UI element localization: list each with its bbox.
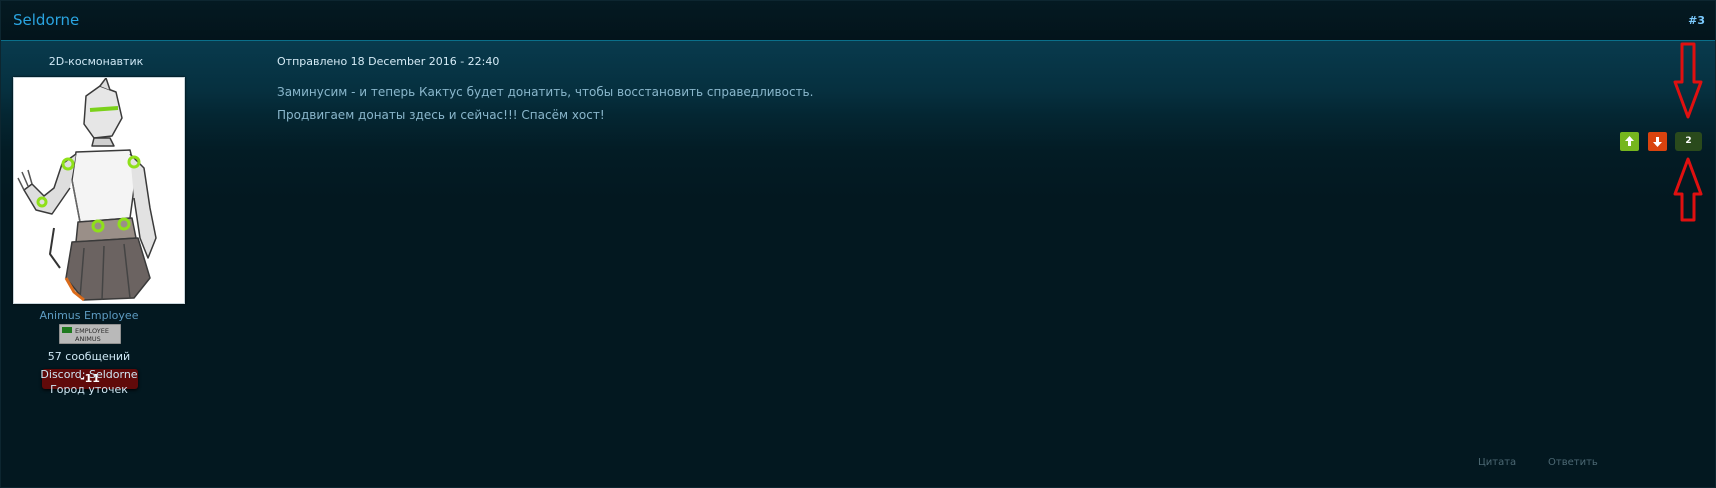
badge-line-2: ANIMUS (75, 335, 101, 343)
author-name-link[interactable]: Seldorne (13, 11, 79, 29)
arrow-up-icon (1625, 136, 1634, 146)
forum-post: Seldorne #3 2D-космонавтик Animus Employ… (0, 0, 1716, 488)
vote-count-badge: 2 (1675, 132, 1702, 151)
post-count: 57 сообщений (47, 350, 131, 363)
vote-up-button[interactable] (1620, 132, 1639, 151)
post-number-link[interactable]: #3 (1688, 14, 1705, 27)
custom-field-discord: Discord: Seldorne (40, 368, 138, 381)
avatar[interactable] (13, 77, 185, 304)
post-content: Заминусим - и теперь Кактус будет донати… (277, 81, 813, 127)
member-group-name: Animus Employee (39, 309, 139, 322)
quote-button[interactable]: Цитата (1478, 457, 1516, 468)
post-date: Отправлено 18 December 2016 - 22:40 (277, 55, 500, 68)
post-header: Seldorne #3 (1, 1, 1715, 41)
custom-field-city: Город уточек (50, 383, 128, 396)
arrow-down-icon (1653, 137, 1662, 147)
reply-button[interactable]: Ответить (1548, 457, 1598, 468)
avatar-illustration (17, 77, 157, 302)
post-body: 2D-космонавтик Animus Employee EMPLOYEE … (1, 41, 1715, 487)
group-badge-image: EMPLOYEE ANIMUS (59, 324, 121, 344)
post-line: Продвигаем донаты здесь и сейчас!!! Спас… (277, 108, 605, 122)
badge-line-1: EMPLOYEE (75, 327, 109, 335)
post-line: Заминусим - и теперь Кактус будет донати… (277, 85, 814, 99)
member-title: 2D-космонавтик (48, 55, 144, 68)
vote-down-button[interactable] (1648, 132, 1667, 151)
